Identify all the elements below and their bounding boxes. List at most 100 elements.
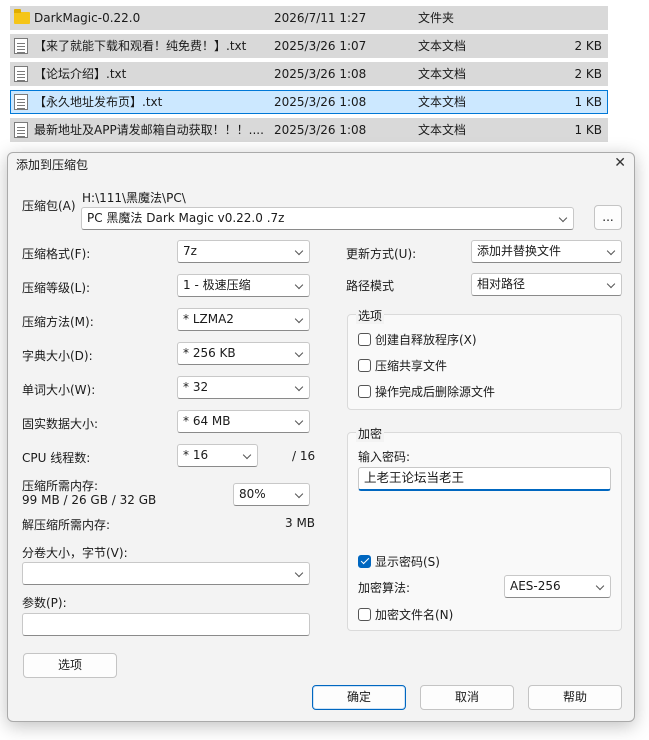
browse-button[interactable]: ... [594, 205, 622, 230]
ok-button[interactable]: 确定 [312, 685, 406, 710]
password-input[interactable]: 上老王论坛当老王 [358, 467, 611, 491]
split-size-label: 分卷大小，字节(V): [22, 546, 128, 560]
delete-after-checkbox[interactable]: 操作完成后删除源文件 [358, 382, 495, 400]
archive-name-combo[interactable]: PC 黑魔法 Dark Magic v0.22.0 .7z [81, 207, 574, 230]
method-select[interactable]: * LZMA2 [177, 308, 310, 331]
file-type: 文本文档 [418, 39, 467, 53]
update-mode-select[interactable]: 添加并替换文件 [471, 240, 622, 263]
cancel-button[interactable]: 取消 [420, 685, 514, 710]
word-size-select[interactable]: * 32 [177, 376, 310, 399]
file-date: 2025/3/26 1:08 [274, 123, 367, 137]
chevron-down-icon[interactable] [588, 576, 610, 597]
split-size-combo[interactable] [22, 562, 310, 585]
method-label: 压缩方法(M): [22, 315, 94, 329]
file-type: 文本文档 [418, 67, 467, 81]
path-mode-label: 路径模式 [346, 279, 395, 293]
format-select[interactable]: 7z [177, 240, 310, 263]
solid-block-label: 固实数据大小: [22, 417, 99, 431]
file-name: 【论坛介绍】.txt [34, 67, 127, 81]
dictionary-value: * 256 KB [183, 346, 236, 360]
memory-label: 压缩所需内存: [22, 479, 99, 493]
password-value: 上老王论坛当老王 [364, 470, 465, 485]
format-value: 7z [183, 244, 197, 258]
file-row-selected[interactable]: 【永久地址发布页】.txt 2025/3/26 1:08 文本文档 1 KB [10, 90, 608, 114]
chevron-down-icon[interactable] [287, 411, 309, 432]
encryption-method-value: AES-256 [510, 579, 561, 593]
shared-files-label: 压缩共享文件 [375, 358, 448, 373]
word-size-value: * 32 [183, 380, 209, 394]
checkbox-icon [358, 384, 371, 398]
show-password-checkbox[interactable]: 显示密码(S) [358, 552, 440, 570]
add-to-archive-dialog: 添加到压缩包 ✕ 压缩包(A) H:\111\黑魔法\PC\ PC 黑魔法 Da… [7, 152, 635, 722]
checkbox-icon [358, 358, 371, 372]
dialog-title: 添加到压缩包 [16, 158, 89, 172]
file-type: 文本文档 [418, 95, 467, 109]
word-size-label: 单词大小(W): [22, 383, 96, 397]
encrypt-names-checkbox[interactable]: 加密文件名(N) [358, 605, 453, 623]
create-sfx-checkbox[interactable]: 创建自释放程序(X) [358, 330, 477, 348]
chevron-down-icon[interactable] [551, 208, 573, 229]
decompress-memory-value: 3 MB [285, 516, 316, 530]
checkbox-icon [358, 332, 371, 346]
archive-label: 压缩包(A) [22, 199, 76, 213]
file-row[interactable]: 最新地址及APP请发邮箱自动获取！！！.... 2025/3/26 1:08 文… [10, 118, 608, 142]
encrypt-names-label: 加密文件名(N) [375, 607, 454, 622]
file-row[interactable]: 【来了就能下载和观看！纯免费！】.txt 2025/3/26 1:07 文本文档… [10, 34, 608, 58]
file-type: 文本文档 [418, 123, 467, 137]
chevron-down-icon[interactable] [287, 563, 309, 584]
file-size: 1 KB [574, 95, 602, 109]
path-mode-select[interactable]: 相对路径 [471, 273, 622, 296]
solid-block-value: * 64 MB [183, 414, 231, 428]
file-size: 2 KB [574, 39, 602, 53]
chevron-down-icon[interactable] [599, 274, 621, 295]
solid-block-select[interactable]: * 64 MB [177, 410, 310, 433]
options-button[interactable]: 选项 [23, 653, 117, 678]
memory-percent-select[interactable]: 80% [233, 483, 310, 506]
file-row[interactable]: 【论坛介绍】.txt 2025/3/26 1:08 文本文档 2 KB [10, 62, 608, 86]
archive-name-value: PC 黑魔法 Dark Magic v0.22.0 .7z [87, 211, 285, 225]
memory-percent-value: 80% [239, 487, 266, 501]
close-icon[interactable]: ✕ [614, 155, 626, 171]
delete-after-label: 操作完成后删除源文件 [375, 384, 496, 399]
text-file-icon [14, 94, 28, 110]
level-select[interactable]: 1 - 极速压缩 [177, 274, 310, 297]
memory-value: 99 MB / 26 GB / 32 GB [22, 493, 157, 507]
cpu-threads-label: CPU 线程数: [22, 451, 91, 465]
cpu-threads-select[interactable]: * 16 [177, 444, 258, 467]
parameters-input[interactable] [22, 613, 310, 636]
file-type: 文件夹 [418, 11, 455, 25]
dictionary-select[interactable]: * 256 KB [177, 342, 310, 365]
checkbox-checked-icon [358, 554, 371, 568]
update-mode-label: 更新方式(U): [346, 247, 417, 261]
dictionary-label: 字典大小(D): [22, 349, 93, 363]
text-file-icon [14, 38, 28, 54]
level-value: 1 - 极速压缩 [183, 278, 251, 292]
file-name: 【永久地址发布页】.txt [34, 95, 163, 109]
chevron-down-icon[interactable] [599, 241, 621, 262]
help-button[interactable]: 帮助 [528, 685, 622, 710]
options-group: 选项 创建自释放程序(X) 压缩共享文件 操作完成后删除源文件 [347, 307, 622, 410]
chevron-down-icon[interactable] [287, 484, 309, 505]
cpu-threads-value: * 16 [183, 448, 209, 462]
parameters-label: 参数(P): [22, 596, 67, 610]
decompress-memory-label: 解压缩所需内存: [22, 518, 111, 532]
chevron-down-icon[interactable] [287, 241, 309, 262]
level-label: 压缩等级(L): [22, 281, 91, 295]
show-password-label: 显示密码(S) [375, 554, 440, 569]
cpu-threads-max: / 16 [292, 449, 316, 463]
file-size: 1 KB [574, 123, 602, 137]
shared-files-checkbox[interactable]: 压缩共享文件 [358, 356, 447, 374]
file-row-folder[interactable]: DarkMagic-0.22.0 2026/7/11 1:27 文件夹 [10, 6, 608, 30]
chevron-down-icon[interactable] [287, 275, 309, 296]
format-label: 压缩格式(F): [22, 247, 91, 261]
file-size: 2 KB [574, 67, 602, 81]
chevron-down-icon[interactable] [287, 343, 309, 364]
chevron-down-icon[interactable] [235, 445, 257, 466]
file-date: 2026/7/11 1:27 [274, 11, 367, 25]
method-value: * LZMA2 [183, 312, 234, 326]
chevron-down-icon[interactable] [287, 309, 309, 330]
chevron-down-icon[interactable] [287, 377, 309, 398]
path-mode-value: 相对路径 [477, 277, 526, 291]
folder-icon [14, 9, 30, 24]
encryption-method-select[interactable]: AES-256 [504, 575, 611, 598]
